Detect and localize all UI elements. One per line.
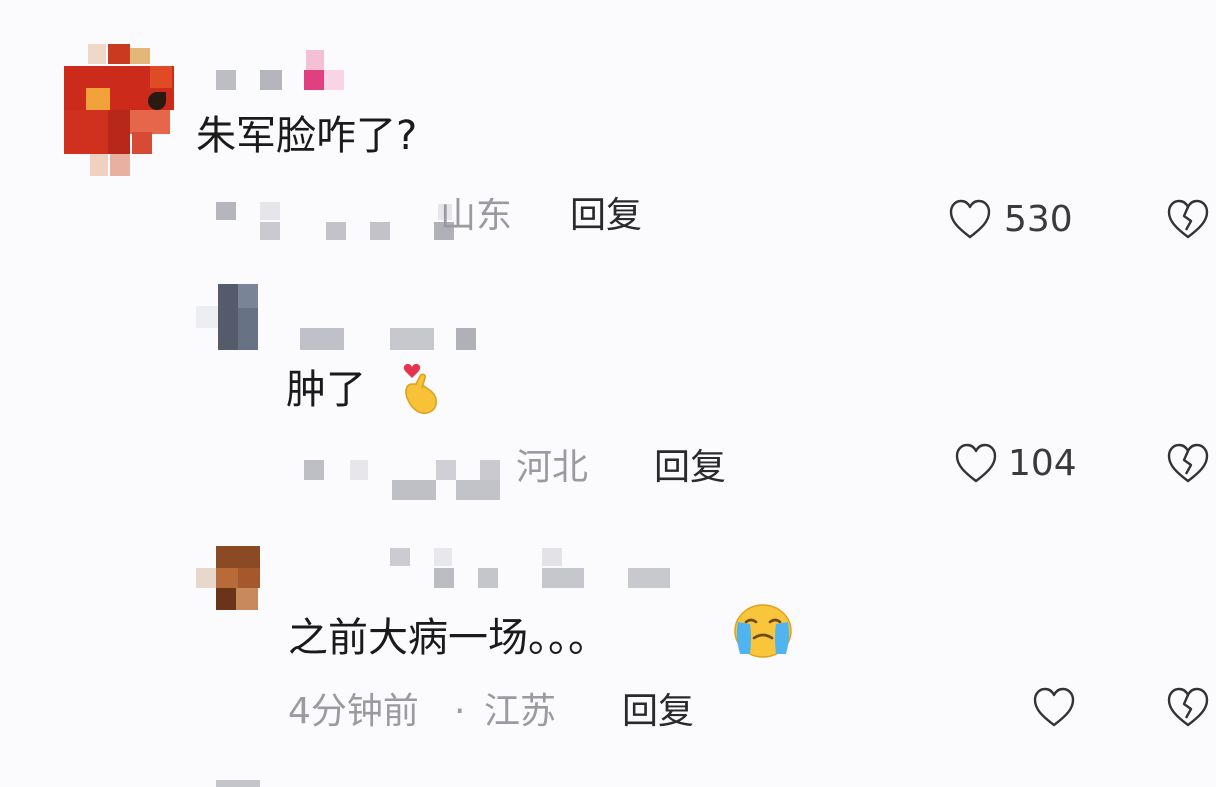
heart-outline-icon[interactable] <box>954 442 998 484</box>
comment-meta-blurred <box>304 456 504 504</box>
reply-button[interactable]: 回复 <box>570 198 642 234</box>
username-blurred[interactable] <box>390 544 680 592</box>
like-count: 530 <box>1004 199 1073 240</box>
broken-heart-icon[interactable] <box>1166 686 1210 728</box>
next-item-avatar-partial <box>216 780 260 787</box>
comment-text: 朱军脸咋了? <box>196 113 418 159</box>
comment-location: 山东 <box>440 198 512 234</box>
avatar[interactable] <box>64 44 176 176</box>
avatar[interactable] <box>196 284 262 350</box>
reply-button[interactable]: 回复 <box>622 694 694 730</box>
username-blurred[interactable] <box>300 324 480 354</box>
crying-face-emoji <box>734 604 792 658</box>
reply-button[interactable]: 回复 <box>654 450 726 486</box>
reply-item: 之前大病一场。。。 4分钟前 · 江苏 回复 <box>0 530 1216 760</box>
comment-item: 朱军脸咋了? 山东 回复 530 <box>0 0 1216 260</box>
reply-item: 肿了 河北 回复 104 <box>0 270 1216 510</box>
username-blurred[interactable] <box>216 50 350 94</box>
broken-heart-icon[interactable] <box>1166 442 1210 484</box>
heart-outline-icon[interactable] <box>1032 686 1076 728</box>
comment-meta-blurred <box>216 196 456 244</box>
comment-text: 肿了 <box>286 367 366 413</box>
broken-heart-icon[interactable] <box>1166 198 1210 240</box>
finger-heart-emoji <box>403 364 437 414</box>
like-count: 104 <box>1008 443 1077 484</box>
comment-location: 河北 <box>516 447 589 488</box>
avatar[interactable] <box>196 546 262 610</box>
comment-list: 朱军脸咋了? 山东 回复 530 肿了 河北 回复 104 之前大病一场。。。 … <box>0 0 1216 787</box>
comment-time: 4分钟前 <box>288 691 419 732</box>
comment-text: 之前大病一场。。。 <box>288 615 608 661</box>
heart-outline-icon[interactable] <box>948 198 992 240</box>
comment-location: 江苏 <box>484 691 557 732</box>
meta-separator: · <box>454 691 466 732</box>
